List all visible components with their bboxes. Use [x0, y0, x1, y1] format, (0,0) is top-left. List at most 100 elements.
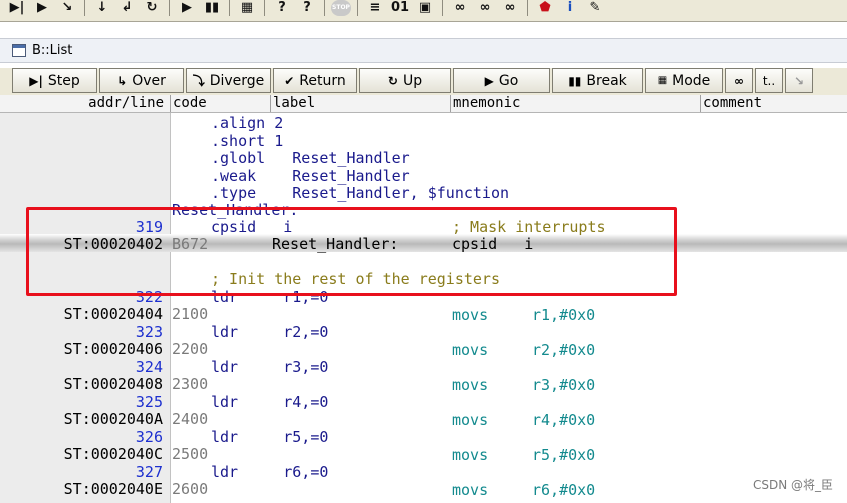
toolbar-separator [442, 0, 443, 16]
chip-icon[interactable]: ▣ [414, 0, 436, 17]
operands: r5,#0x0 [532, 446, 596, 464]
mnemonic: movs [452, 446, 489, 464]
return-arrow-icon: ↘ [793, 73, 805, 88]
break-icon: ▮▮ [568, 73, 582, 88]
col-label[interactable]: label [270, 95, 450, 112]
memory-icon[interactable]: 01 [389, 0, 411, 17]
up-button[interactable]: ↻ Up [359, 68, 451, 93]
up-icon[interactable]: ↻ [141, 0, 163, 17]
diverge-icon: ⤵ [192, 74, 205, 88]
operands: r3,#0x0 [532, 376, 596, 394]
mnemonic: movs [452, 306, 489, 324]
up-icon: ↻ [387, 73, 398, 88]
scroll-button[interactable]: ↘ [785, 68, 813, 93]
break-button[interactable]: ▮▮ Break [552, 68, 643, 93]
list-icon[interactable]: ≡ [364, 0, 386, 17]
address: ST:00020406 [63, 340, 163, 358]
window-titlebar: B::List [0, 38, 847, 63]
down-arrow-icon[interactable]: ↓ [91, 0, 113, 17]
operands: r2,#0x0 [532, 341, 596, 359]
step-over-icon: ↳ [117, 73, 128, 88]
return-icon[interactable]: ↲ [116, 0, 138, 17]
mnemonic: movs [452, 481, 489, 499]
step-over-icon[interactable]: ▶ [31, 0, 53, 17]
watch-button[interactable]: ∞ [725, 68, 753, 93]
col-mnemonic[interactable]: mnemonic [450, 95, 700, 112]
info-icon[interactable]: i [559, 0, 581, 17]
mode-button[interactable]: ▦ Mode [645, 68, 723, 93]
col-comment[interactable]: comment [700, 95, 847, 112]
mnemonic: movs [452, 411, 489, 429]
opcode: 2500 [172, 445, 209, 463]
source-line: ldr r4,=0 [211, 393, 329, 411]
go-icon[interactable]: ▶ [176, 0, 198, 17]
return-icon: ✔ [284, 73, 295, 88]
window-title: B::List [32, 43, 73, 58]
step-into-icon[interactable]: ▶| [6, 0, 28, 17]
directive-line: .globl Reset_Handler [211, 149, 410, 167]
window-icon [12, 44, 26, 57]
line-number: 323 [135, 323, 163, 341]
toolbar-separator [357, 0, 358, 16]
mode-icon[interactable]: ▦ [236, 0, 258, 17]
source-line: ldr r6,=0 [211, 463, 329, 481]
directive-line: .weak Reset_Handler [211, 167, 410, 185]
toolbar-separator [264, 0, 265, 16]
toolbar-separator [84, 0, 85, 16]
address: ST:0002040A [63, 410, 163, 428]
disassembly-list[interactable]: .align 2 .short 1 .globl Reset_Handler .… [0, 113, 847, 503]
directive-line: .type Reset_Handler, $function [211, 184, 510, 202]
go-button[interactable]: ▶ Go [453, 68, 550, 93]
main-toolbar: ▶| ▶ ↘ ↓ ↲ ↻ ▶ ▮▮ ▦?? STOP ≡ 01 ▣ ∞ ∞ ∞ ⬟ i ✎ [0, 0, 847, 22]
col-addr-line[interactable]: addr/line [0, 95, 170, 112]
toolbar-separator [169, 0, 170, 16]
stop-icon[interactable]: STOP [331, 0, 351, 16]
opcode: 2200 [172, 340, 209, 358]
address: ST:00020408 [63, 375, 163, 393]
source-line: ldr r2,=0 [211, 323, 329, 341]
line-number: 327 [135, 463, 163, 481]
source-line: ldr r5,=0 [211, 428, 329, 446]
watch2-icon[interactable]: ∞ [474, 0, 496, 17]
line-number: 326 [135, 428, 163, 446]
diverge-icon[interactable]: ↘ [56, 0, 78, 17]
opcode: 2400 [172, 410, 209, 428]
opcode: 2600 [172, 480, 209, 498]
go-icon: ▶ [484, 73, 494, 88]
return-button[interactable]: ✔ Return [273, 68, 357, 93]
operands: r4,#0x0 [532, 411, 596, 429]
step-button[interactable]: ▶| Step [12, 68, 97, 93]
source-line: ldr r3,=0 [211, 358, 329, 376]
opcode: 2300 [172, 375, 209, 393]
watermark: CSDN @将_臣 [752, 478, 833, 492]
address: ST:0002040E [63, 480, 163, 498]
address: ST:0002040C [63, 445, 163, 463]
column-header: addr/line code label mnemonic comment [0, 95, 847, 113]
help-icon[interactable]: ? [271, 0, 293, 17]
line-number: 324 [135, 358, 163, 376]
mnemonic: movs [452, 341, 489, 359]
mode-icon: ▦ [657, 75, 668, 86]
watch-icon[interactable]: ∞ [449, 0, 471, 17]
list-toolbar: ▶| Step ↳ Over ⤵ Diverge ✔ Return ↻ Up ▶ Go ▮▮… [0, 68, 847, 95]
context-help-icon[interactable]: ? [296, 0, 318, 17]
address: ST:00020404 [63, 305, 163, 323]
opcode: 2100 [172, 305, 209, 323]
directive-line: .align 2 [211, 114, 284, 132]
line-number: 325 [135, 393, 163, 411]
col-code[interactable]: code [170, 95, 270, 112]
tools-icon[interactable]: ✎ [584, 0, 606, 17]
toolbar-separator [527, 0, 528, 16]
diverge-button[interactable]: ⤵ Diverge [186, 68, 271, 93]
highlight-annotation-box [26, 207, 677, 296]
directive-line: .short 1 [211, 132, 284, 150]
toolbar-separator [324, 0, 325, 16]
watch3-icon[interactable]: ∞ [499, 0, 521, 17]
glasses-icon: ∞ [734, 73, 744, 88]
operands: r1,#0x0 [532, 306, 596, 324]
shield-icon[interactable]: ⬟ [534, 0, 556, 17]
step-icon: ▶| [29, 73, 43, 88]
break-icon[interactable]: ▮▮ [201, 0, 223, 17]
over-button[interactable]: ↳ Over [99, 68, 184, 93]
track-button[interactable]: t.. [755, 68, 783, 93]
